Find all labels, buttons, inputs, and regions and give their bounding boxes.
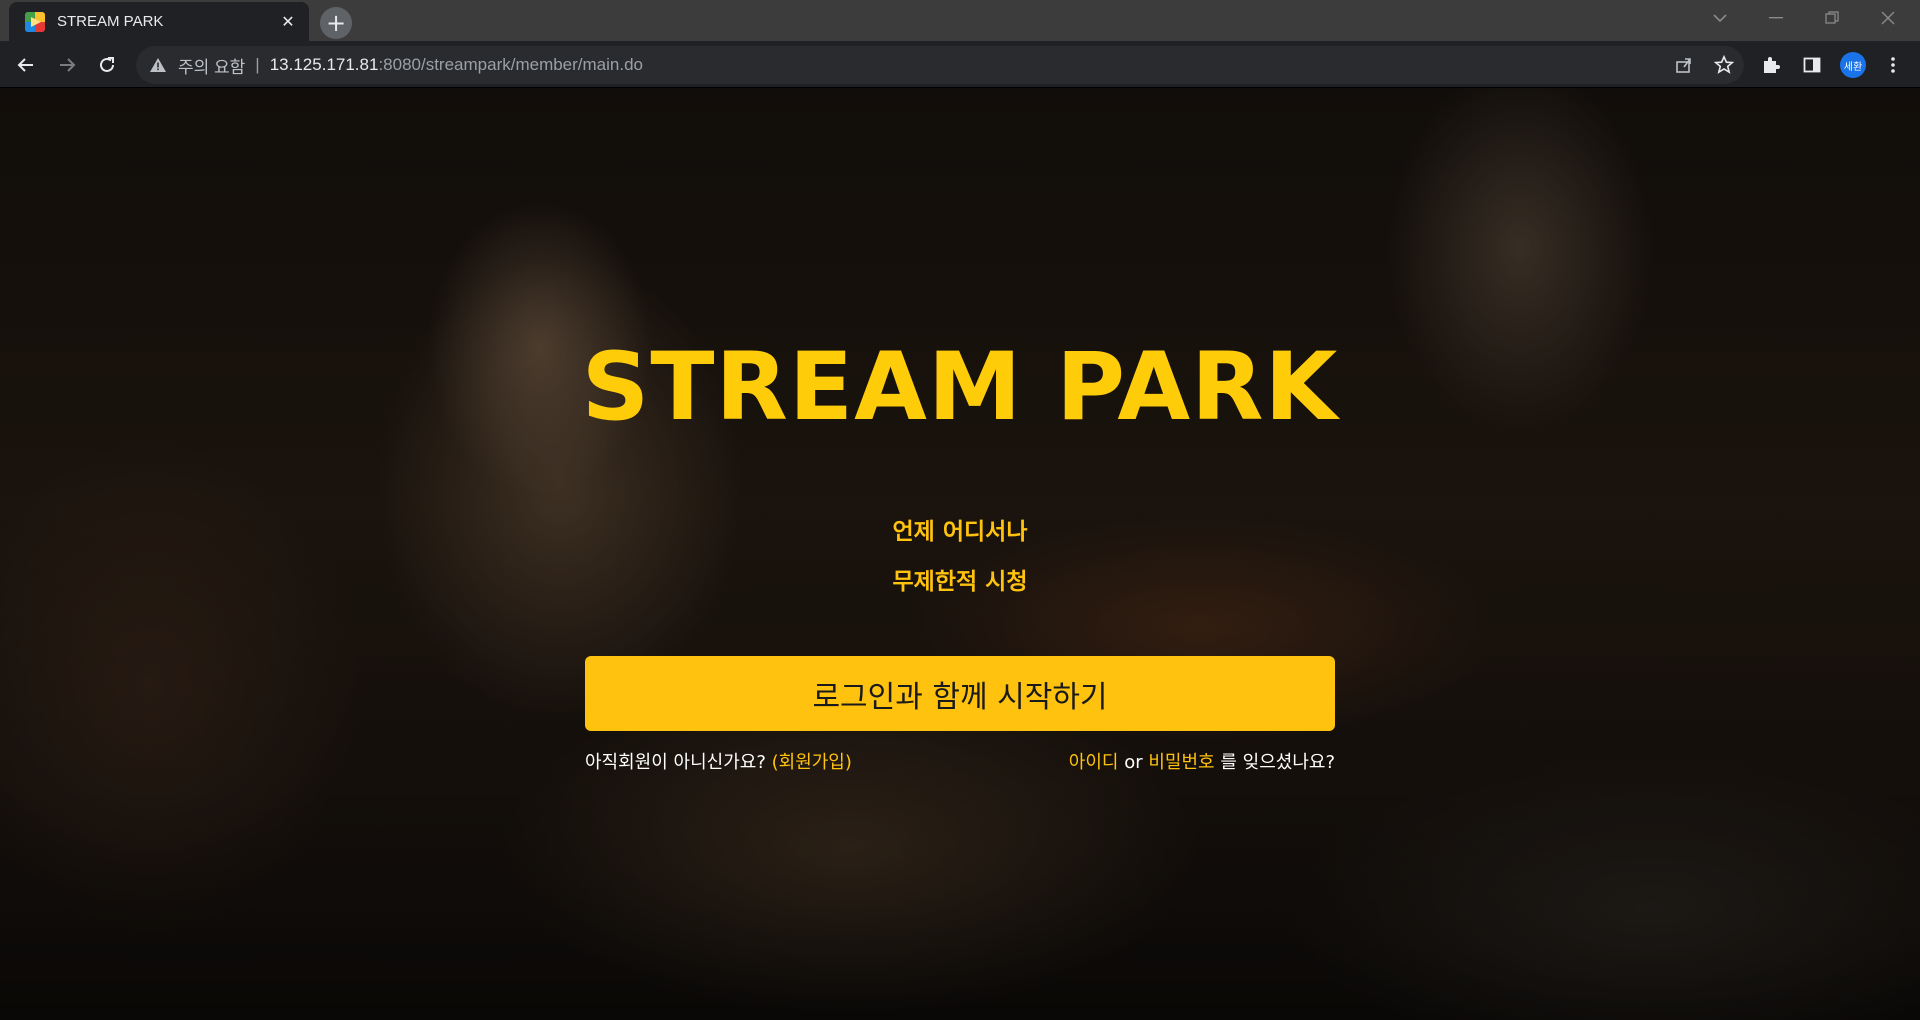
back-arrow-icon[interactable] xyxy=(9,48,43,82)
tab-search-icon[interactable] xyxy=(1692,0,1748,36)
share-icon[interactable] xyxy=(1664,46,1704,84)
start-with-login-button[interactable]: 로그인과 함께 시작하기 xyxy=(585,656,1335,731)
signup-prompt: 아직회원이 아니신가요? (회원가입) xyxy=(585,748,852,774)
signup-link[interactable]: (회원가입) xyxy=(772,752,852,773)
address-bar[interactable]: 주의 요함 | 13.125.171.81:8080/streampark/me… xyxy=(136,46,1744,84)
find-password-link[interactable]: 비밀번호 xyxy=(1148,752,1214,773)
profile-avatar-button[interactable]: 세환 xyxy=(1836,48,1870,82)
extensions-puzzle-icon[interactable] xyxy=(1754,48,1788,82)
reload-icon[interactable] xyxy=(90,48,124,82)
side-panel-icon[interactable] xyxy=(1795,48,1829,82)
restore-window-icon[interactable] xyxy=(1804,0,1860,36)
avatar: 세환 xyxy=(1840,52,1866,78)
url-path: :8080/streampark/member/main.do xyxy=(378,55,643,74)
not-member-text: 아직회원이 아니신가요? xyxy=(585,752,766,773)
browser-tab[interactable]: STREAM PARK ✕ xyxy=(9,2,309,41)
tab-title: STREAM PARK xyxy=(57,13,164,30)
address-separator: | xyxy=(255,55,260,74)
close-tab-icon[interactable]: ✕ xyxy=(277,11,299,33)
tagline-line-1: 언제 어디서나 xyxy=(892,519,1028,545)
not-secure-warning-icon[interactable] xyxy=(150,58,166,72)
new-tab-button[interactable]: + xyxy=(320,7,352,39)
or-text: or xyxy=(1124,752,1143,773)
site-favicon-icon xyxy=(25,11,45,32)
tagline-line-2: 무제한적 시청 xyxy=(892,569,1028,595)
bookmark-star-icon[interactable] xyxy=(1704,46,1744,84)
hero-background: STREAM PARK 언제 어디서나 무제한적 시청 로그인과 함께 시작하기… xyxy=(0,88,1920,1020)
forgot-suffix-text: 를 잊으셨나요? xyxy=(1220,752,1335,773)
browser-toolbar: 주의 요함 | 13.125.171.81:8080/streampark/me… xyxy=(0,41,1920,88)
security-label[interactable]: 주의 요함 xyxy=(178,53,245,78)
url-host: 13.125.171.81 xyxy=(269,55,379,74)
find-id-link[interactable]: 아이디 xyxy=(1069,752,1119,773)
browser-tab-strip: STREAM PARK ✕ + xyxy=(0,0,1920,41)
minimize-window-icon[interactable] xyxy=(1748,0,1804,36)
background-dim-overlay xyxy=(0,88,1920,1020)
forward-arrow-icon[interactable] xyxy=(50,48,84,82)
close-window-icon[interactable] xyxy=(1860,0,1916,36)
page-title: STREAM PARK xyxy=(581,333,1339,442)
account-recovery-prompt: 아이디 or 비밀번호 를 잊으셨나요? xyxy=(1069,748,1335,774)
browser-menu-icon[interactable] xyxy=(1876,48,1910,82)
